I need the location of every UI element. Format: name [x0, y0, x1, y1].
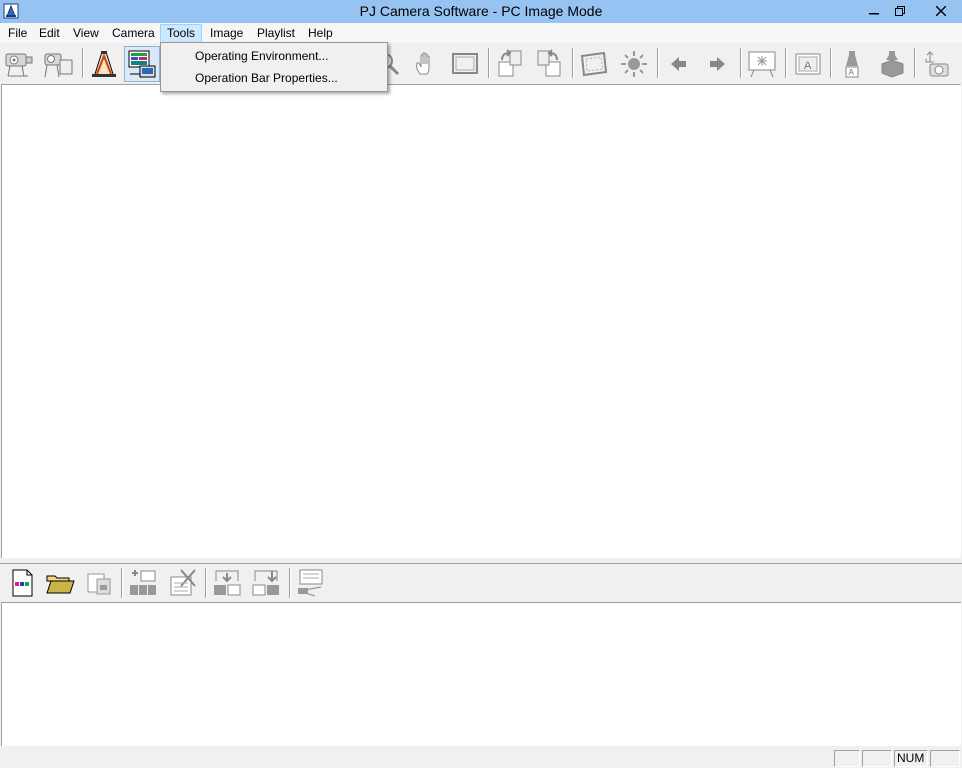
camera-screen-icon: [44, 53, 73, 78]
title-bar: PJ Camera Software - PC Image Mode: [0, 0, 962, 23]
move-up-button[interactable]: [209, 565, 245, 601]
menu-item-operation-bar-properties[interactable]: Operation Bar Properties...: [163, 67, 385, 89]
menu-bar: File Edit View Camera Tools Image Playli…: [0, 23, 962, 43]
rotate-left-icon: [537, 49, 561, 77]
delete-image-button[interactable]: [164, 565, 200, 601]
highlight-down-icon: [881, 51, 904, 78]
restore-button[interactable]: [884, 0, 916, 22]
image-workspace[interactable]: [1, 84, 961, 558]
document-camera-icon: [92, 51, 116, 77]
open-playlist-button[interactable]: [42, 565, 78, 601]
next-button[interactable]: [700, 46, 736, 82]
add-image-button[interactable]: [125, 565, 161, 601]
brightness-button[interactable]: [616, 46, 652, 82]
svg-text:A: A: [804, 60, 812, 72]
menu-tools[interactable]: Tools: [160, 24, 203, 43]
play-slideshow-icon: [298, 569, 323, 597]
pc-image-mode-icon: [128, 50, 156, 78]
save-playlist-button[interactable]: [81, 565, 117, 601]
crop-icon: [580, 51, 608, 77]
toolbar-separator: [82, 48, 84, 78]
menu-playlist[interactable]: Playlist: [251, 25, 301, 43]
toolbar-separator: [289, 568, 291, 598]
toolbar-separator: [657, 48, 659, 78]
toolbar-separator: [914, 48, 916, 78]
status-pane-2: [862, 750, 892, 767]
crop-button[interactable]: [576, 46, 612, 82]
save-playlist-icon: [87, 573, 111, 595]
playlist-toolbar: [0, 564, 962, 602]
move-down-icon: [252, 570, 279, 596]
presenter-icon: [748, 51, 776, 78]
menu-edit[interactable]: Edit: [33, 25, 66, 43]
delete-image-icon: [170, 569, 196, 596]
arrow-left-icon: [671, 57, 686, 71]
status-pane-1: [834, 750, 860, 767]
menu-help[interactable]: Help: [302, 25, 339, 43]
open-folder-icon: [46, 575, 75, 594]
camera-projector-icon: [5, 53, 33, 77]
move-down-button[interactable]: [248, 565, 284, 601]
rotate-right-button[interactable]: [492, 46, 528, 82]
move-up-icon: [214, 570, 241, 596]
highlight-up-button[interactable]: A: [834, 46, 870, 82]
presenter-button[interactable]: [744, 46, 780, 82]
camera-screen-button[interactable]: [40, 46, 76, 82]
document-camera-button[interactable]: [86, 46, 122, 82]
toolbar-separator: [740, 48, 742, 78]
toolbar-separator: [785, 48, 787, 78]
frame-button[interactable]: [447, 46, 483, 82]
toolbar-separator: [121, 568, 123, 598]
hand-pan-button[interactable]: [408, 46, 444, 82]
play-slideshow-button[interactable]: [293, 565, 329, 601]
camera-usb-button[interactable]: [918, 46, 954, 82]
restore-icon: [895, 6, 905, 16]
rotate-right-icon: [498, 49, 522, 77]
image-text-button[interactable]: A: [790, 46, 826, 82]
menu-file[interactable]: File: [2, 25, 33, 43]
close-button[interactable]: [920, 0, 962, 22]
svg-text:A: A: [849, 68, 855, 77]
status-num-indicator: NUM: [894, 750, 928, 767]
toolbar-separator: [205, 568, 207, 598]
window-title: PJ Camera Software - PC Image Mode: [359, 3, 603, 19]
new-playlist-icon: [12, 569, 33, 597]
pc-image-mode-button[interactable]: [124, 46, 160, 82]
new-playlist-button[interactable]: [4, 565, 40, 601]
camera-projector-button[interactable]: [2, 46, 38, 82]
status-pane-4: [930, 750, 960, 767]
tools-dropdown-menu: Operating Environment... Operation Bar P…: [160, 42, 388, 92]
main-toolbar: A A: [0, 43, 962, 84]
toolbar-separator: [572, 48, 574, 78]
image-text-icon: A: [795, 53, 821, 75]
toolbar-separator: [488, 48, 490, 78]
hand-pan-icon: [416, 52, 430, 75]
previous-button[interactable]: [660, 46, 696, 82]
menu-item-operating-environment[interactable]: Operating Environment...: [163, 45, 385, 67]
brightness-icon: [621, 51, 647, 77]
menu-image[interactable]: Image: [204, 25, 249, 43]
highlight-up-icon: A: [845, 51, 859, 78]
status-bar: NUM: [0, 747, 962, 768]
frame-icon: [452, 53, 478, 74]
menu-camera[interactable]: Camera: [106, 25, 161, 43]
menu-view[interactable]: View: [67, 25, 105, 43]
add-image-icon: [130, 570, 156, 595]
playlist-pane[interactable]: [1, 602, 961, 746]
rotate-left-button[interactable]: [531, 46, 567, 82]
camera-usb-icon: [925, 51, 949, 77]
minimize-icon: [869, 13, 879, 15]
highlight-down-button[interactable]: [874, 46, 910, 82]
arrow-right-icon: [710, 57, 725, 71]
toolbar-separator: [830, 48, 832, 78]
close-icon: [936, 6, 946, 16]
